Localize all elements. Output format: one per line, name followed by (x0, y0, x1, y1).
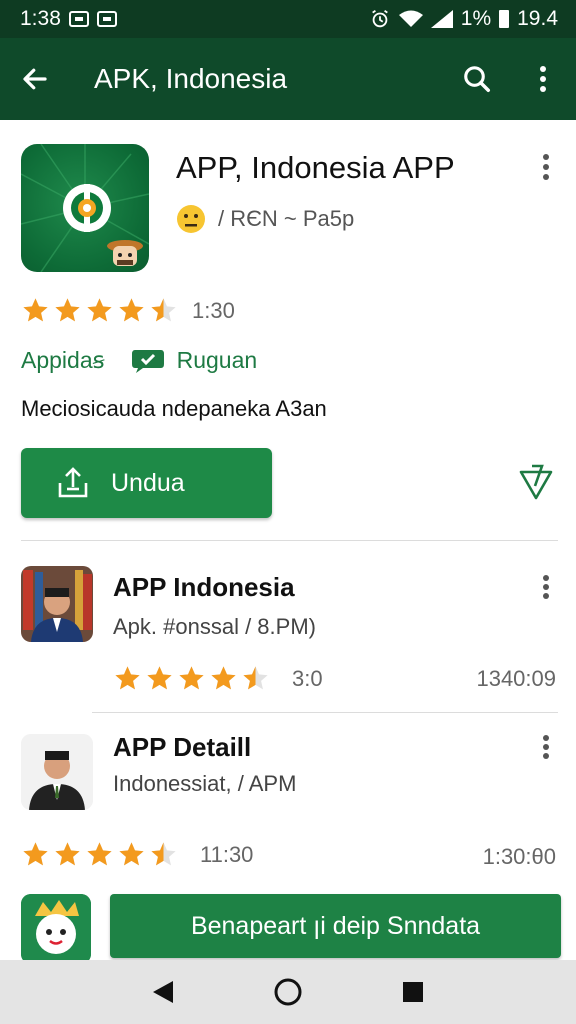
star-icon (23, 298, 48, 322)
nav-home-button[interactable] (268, 972, 308, 1012)
star-icon (151, 298, 176, 322)
download-button[interactable]: Undua (21, 448, 272, 518)
rating-text: 11:30 (200, 841, 254, 867)
star-icon (87, 842, 112, 866)
list-item-subtitle: Indonessiat, / APM (113, 771, 297, 796)
divider (92, 712, 558, 713)
list-item-more-button[interactable] (532, 730, 560, 764)
star-icon (55, 842, 80, 866)
nav-recents-button[interactable] (393, 972, 433, 1012)
star-icon (119, 298, 144, 322)
app-bar: APK, Indonesia (0, 38, 576, 120)
notification-icon-2 (96, 11, 117, 27)
star-icon (87, 298, 112, 322)
status-bar: 1:38 1% 19.4 (0, 0, 576, 38)
filter-icon[interactable] (518, 462, 554, 502)
star-icon (243, 666, 268, 690)
app-more-button[interactable] (530, 150, 562, 184)
mascot-icon (21, 894, 91, 964)
square-recents-icon (403, 982, 424, 1002)
circle-home-icon (274, 978, 302, 1006)
arrow-left-icon (23, 68, 47, 90)
list-item-more-button[interactable] (532, 570, 560, 604)
status-time: 1:38 (20, 7, 61, 30)
more-options-button[interactable] (510, 38, 576, 120)
star-icon (115, 666, 140, 690)
app-subtitle-row: / RЄN ~ Pa5p (176, 204, 354, 234)
chat-check-icon (131, 350, 164, 373)
rating-text: 3:0 (292, 665, 323, 691)
list-item-thumbnail[interactable] (21, 734, 93, 810)
nav-back-button[interactable] (143, 972, 183, 1012)
promo-thumbnail[interactable] (21, 894, 91, 964)
star-icon (151, 842, 176, 866)
app-logo-icon (63, 184, 111, 232)
star-rating (21, 840, 178, 869)
kebab-menu-icon (540, 66, 546, 92)
list-item-time: 1:30:θ0 (482, 844, 556, 869)
back-button[interactable] (0, 38, 70, 120)
star-icon (179, 666, 204, 690)
battery-icon (499, 10, 510, 28)
divider (21, 540, 558, 541)
tag-category[interactable]: Appidaꞩ (21, 347, 105, 374)
mascot-icon (107, 240, 143, 266)
app-title: APP, Indonesia APP (176, 150, 455, 185)
tag-feature[interactable]: Ruguan (131, 346, 258, 374)
notification-icon (68, 11, 89, 27)
battery-percent: 1% (460, 7, 492, 30)
app-bar-title: APK, Indonesia (94, 63, 288, 94)
neutral-face-icon (177, 205, 205, 233)
download-icon (58, 467, 88, 498)
status-right-time: 19.4 (517, 7, 558, 30)
app-subtitle: / RЄN ~ Pa5p (218, 206, 355, 231)
tag-feature-label: Ruguan (176, 346, 258, 373)
star-icon (23, 842, 48, 866)
star-rating (21, 296, 178, 325)
star-icon (211, 666, 236, 690)
tags-row: Appidaꞩ Ruguan (21, 346, 257, 374)
star-rating (113, 664, 270, 693)
wifi-icon (398, 10, 423, 27)
list-item-rating: 11:30 (21, 840, 253, 869)
app-description: Meciosicauda ndepaneka A3an (21, 396, 327, 421)
list-item-thumbnail[interactable] (21, 566, 93, 642)
star-icon (119, 842, 144, 866)
signal-icon (430, 10, 453, 28)
system-nav-bar (0, 960, 576, 1024)
person-photo-icon (21, 734, 93, 810)
download-label: Undua (111, 468, 185, 497)
list-item-subtitle: Apk. #onssal / 8.PM) (113, 614, 316, 639)
rating-text: 1:30 (192, 297, 235, 323)
person-photo-icon (21, 566, 93, 642)
list-item-time: 1340:09 (476, 666, 556, 691)
kebab-menu-icon (543, 735, 549, 759)
list-item-title[interactable]: APP Indonesia (113, 572, 295, 603)
alarm-icon (371, 9, 388, 28)
search-button[interactable] (444, 38, 510, 120)
promo-banner-button[interactable]: Benapeart ꞁi deip Snndata (110, 894, 561, 958)
app-icon[interactable] (21, 144, 149, 272)
kebab-menu-icon (543, 154, 549, 180)
list-item-rating: 3:0 (113, 664, 323, 693)
app-rating: 1:30 (21, 296, 235, 325)
search-icon (464, 66, 490, 92)
kebab-menu-icon (543, 575, 549, 599)
list-item-title[interactable]: APP Detaill (113, 732, 251, 763)
star-icon (55, 298, 80, 322)
star-icon (147, 666, 172, 690)
triangle-back-icon (152, 981, 173, 1003)
